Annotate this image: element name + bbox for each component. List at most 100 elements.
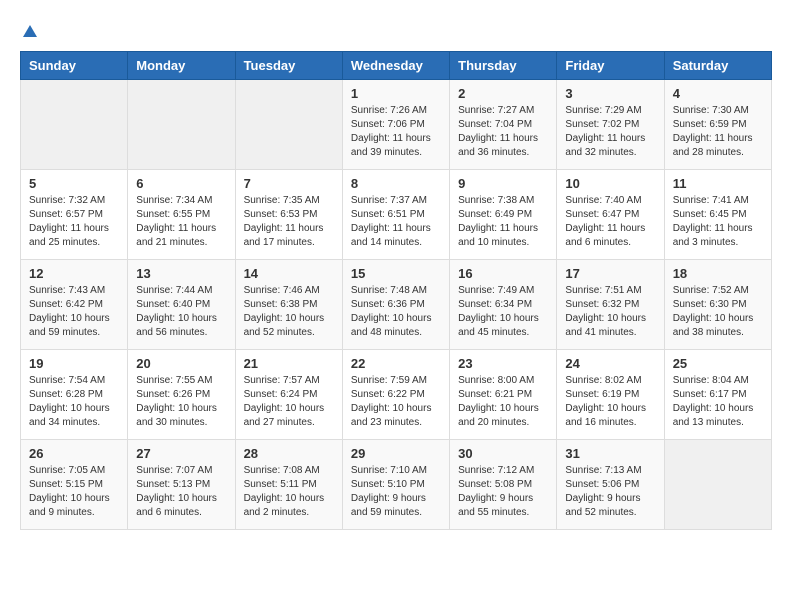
calendar-cell: 4 Sunrise: 7:30 AMSunset: 6:59 PMDaylight… — [664, 80, 771, 170]
day-number: 25 — [673, 356, 763, 371]
calendar-week-row: 26Sunrise: 7:05 AMSunset: 5:15 PMDayligh… — [21, 440, 772, 530]
day-info: Sunrise: 7:32 AMSunset: 6:57 PMDaylight:… — [29, 194, 119, 250]
day-info: Sunrise: 7:38 AMSunset: 6:49 PMDaylight:… — [458, 194, 548, 250]
calendar-cell: 21 Sunrise: 7:57 AMSunset: 6:24 PMDayligh… — [235, 350, 342, 440]
calendar-cell: 23 Sunrise: 8:00 AMSunset: 6:21 PMDayligh… — [450, 350, 557, 440]
day-number: 21 — [244, 356, 334, 371]
calendar-cell: 9 Sunrise: 7:38 AMSunset: 6:49 PMDaylight… — [450, 170, 557, 260]
calendar-cell: 25 Sunrise: 8:04 AMSunset: 6:17 PMDayligh… — [664, 350, 771, 440]
calendar-cell: 18 Sunrise: 7:52 AMSunset: 6:30 PMDayligh… — [664, 260, 771, 350]
calendar-week-row: 5 Sunrise: 7:32 AMSunset: 6:57 PMDaylight… — [21, 170, 772, 260]
day-info: Sunrise: 7:49 AMSunset: 6:34 PMDaylight:… — [458, 284, 548, 340]
day-number: 30 — [458, 446, 548, 461]
day-info: Sunrise: 7:26 AMSunset: 7:06 PMDaylight:… — [351, 104, 441, 160]
calendar-header-thursday: Thursday — [450, 52, 557, 80]
calendar-header-saturday: Saturday — [664, 52, 771, 80]
day-info: Sunrise: 7:44 AMSunset: 6:40 PMDaylight:… — [136, 284, 226, 340]
day-info: Sunrise: 7:10 AMSunset: 5:10 PMDaylight:… — [351, 464, 441, 520]
calendar-cell: 2 Sunrise: 7:27 AMSunset: 7:04 PMDaylight… — [450, 80, 557, 170]
calendar-header-sunday: Sunday — [21, 52, 128, 80]
day-number: 27 — [136, 446, 226, 461]
calendar-cell: 20 Sunrise: 7:55 AMSunset: 6:26 PMDayligh… — [128, 350, 235, 440]
calendar-cell: 22 Sunrise: 7:59 AMSunset: 6:22 PMDayligh… — [342, 350, 449, 440]
day-number: 12 — [29, 266, 119, 281]
day-number: 24 — [565, 356, 655, 371]
calendar-cell: 6 Sunrise: 7:34 AMSunset: 6:55 PMDaylight… — [128, 170, 235, 260]
calendar-cell: 30 Sunrise: 7:12 AMSunset: 5:08 PMDayligh… — [450, 440, 557, 530]
calendar-header-tuesday: Tuesday — [235, 52, 342, 80]
calendar-week-row: 19Sunrise: 7:54 AMSunset: 6:28 PMDayligh… — [21, 350, 772, 440]
calendar-header-wednesday: Wednesday — [342, 52, 449, 80]
calendar-week-row: 1 Sunrise: 7:26 AMSunset: 7:06 PMDaylight… — [21, 80, 772, 170]
day-info: Sunrise: 7:37 AMSunset: 6:51 PMDaylight:… — [351, 194, 441, 250]
calendar-week-row: 12Sunrise: 7:43 AMSunset: 6:42 PMDayligh… — [21, 260, 772, 350]
day-number: 19 — [29, 356, 119, 371]
day-number: 4 — [673, 86, 763, 101]
logo — [20, 20, 40, 41]
day-number: 15 — [351, 266, 441, 281]
day-info: Sunrise: 7:57 AMSunset: 6:24 PMDaylight:… — [244, 374, 334, 430]
day-info: Sunrise: 8:02 AMSunset: 6:19 PMDaylight:… — [565, 374, 655, 430]
day-number: 13 — [136, 266, 226, 281]
day-info: Sunrise: 7:46 AMSunset: 6:38 PMDaylight:… — [244, 284, 334, 340]
day-number: 11 — [673, 176, 763, 191]
day-number: 7 — [244, 176, 334, 191]
day-info: Sunrise: 7:05 AMSunset: 5:15 PMDaylight:… — [29, 464, 119, 520]
day-info: Sunrise: 7:35 AMSunset: 6:53 PMDaylight:… — [244, 194, 334, 250]
day-info: Sunrise: 7:55 AMSunset: 6:26 PMDaylight:… — [136, 374, 226, 430]
calendar-cell: 13 Sunrise: 7:44 AMSunset: 6:40 PMDayligh… — [128, 260, 235, 350]
day-number: 18 — [673, 266, 763, 281]
day-info: Sunrise: 7:29 AMSunset: 7:02 PMDaylight:… — [565, 104, 655, 160]
day-info: Sunrise: 7:08 AMSunset: 5:11 PMDaylight:… — [244, 464, 334, 520]
calendar-cell: 28 Sunrise: 7:08 AMSunset: 5:11 PMDayligh… — [235, 440, 342, 530]
day-info: Sunrise: 7:12 AMSunset: 5:08 PMDaylight:… — [458, 464, 548, 520]
day-number: 28 — [244, 446, 334, 461]
day-number: 23 — [458, 356, 548, 371]
day-info: Sunrise: 7:59 AMSunset: 6:22 PMDaylight:… — [351, 374, 441, 430]
calendar-cell: 1 Sunrise: 7:26 AMSunset: 7:06 PMDaylight… — [342, 80, 449, 170]
calendar-cell: 11 Sunrise: 7:41 AMSunset: 6:45 PMDayligh… — [664, 170, 771, 260]
day-info: Sunrise: 7:07 AMSunset: 5:13 PMDaylight:… — [136, 464, 226, 520]
day-number: 29 — [351, 446, 441, 461]
calendar-table: SundayMondayTuesdayWednesdayThursdayFrid… — [20, 51, 772, 530]
calendar-cell — [128, 80, 235, 170]
day-number: 8 — [351, 176, 441, 191]
calendar-cell: 10 Sunrise: 7:40 AMSunset: 6:47 PMDayligh… — [557, 170, 664, 260]
calendar-cell: 19Sunrise: 7:54 AMSunset: 6:28 PMDayligh… — [21, 350, 128, 440]
calendar-cell: 14 Sunrise: 7:46 AMSunset: 6:38 PMDayligh… — [235, 260, 342, 350]
calendar-cell: 16 Sunrise: 7:49 AMSunset: 6:34 PMDayligh… — [450, 260, 557, 350]
day-number: 16 — [458, 266, 548, 281]
calendar-cell: 5 Sunrise: 7:32 AMSunset: 6:57 PMDaylight… — [21, 170, 128, 260]
day-number: 1 — [351, 86, 441, 101]
calendar-cell — [664, 440, 771, 530]
calendar-cell: 12Sunrise: 7:43 AMSunset: 6:42 PMDayligh… — [21, 260, 128, 350]
day-number: 22 — [351, 356, 441, 371]
day-number: 9 — [458, 176, 548, 191]
day-number: 5 — [29, 176, 119, 191]
calendar-cell — [235, 80, 342, 170]
day-info: Sunrise: 7:41 AMSunset: 6:45 PMDaylight:… — [673, 194, 763, 250]
calendar-header-friday: Friday — [557, 52, 664, 80]
day-number: 3 — [565, 86, 655, 101]
calendar-header-monday: Monday — [128, 52, 235, 80]
calendar-cell: 17Sunrise: 7:51 AMSunset: 6:32 PMDayligh… — [557, 260, 664, 350]
day-number: 6 — [136, 176, 226, 191]
day-number: 17 — [565, 266, 655, 281]
day-info: Sunrise: 7:34 AMSunset: 6:55 PMDaylight:… — [136, 194, 226, 250]
calendar-cell: 24 Sunrise: 8:02 AMSunset: 6:19 PMDayligh… — [557, 350, 664, 440]
day-number: 20 — [136, 356, 226, 371]
calendar-cell: 31Sunrise: 7:13 AMSunset: 5:06 PMDayligh… — [557, 440, 664, 530]
day-info: Sunrise: 7:52 AMSunset: 6:30 PMDaylight:… — [673, 284, 763, 340]
logo-icon — [21, 23, 39, 41]
day-info: Sunrise: 8:00 AMSunset: 6:21 PMDaylight:… — [458, 374, 548, 430]
day-number: 10 — [565, 176, 655, 191]
calendar-cell: 3 Sunrise: 7:29 AMSunset: 7:02 PMDaylight… — [557, 80, 664, 170]
day-info: Sunrise: 7:27 AMSunset: 7:04 PMDaylight:… — [458, 104, 548, 160]
day-number: 14 — [244, 266, 334, 281]
day-info: Sunrise: 7:13 AMSunset: 5:06 PMDaylight:… — [565, 464, 655, 520]
calendar-header-row: SundayMondayTuesdayWednesdayThursdayFrid… — [21, 52, 772, 80]
day-info: Sunrise: 7:40 AMSunset: 6:47 PMDaylight:… — [565, 194, 655, 250]
day-info: Sunrise: 7:30 AMSunset: 6:59 PMDaylight:… — [673, 104, 763, 160]
day-number: 2 — [458, 86, 548, 101]
day-info: Sunrise: 8:04 AMSunset: 6:17 PMDaylight:… — [673, 374, 763, 430]
